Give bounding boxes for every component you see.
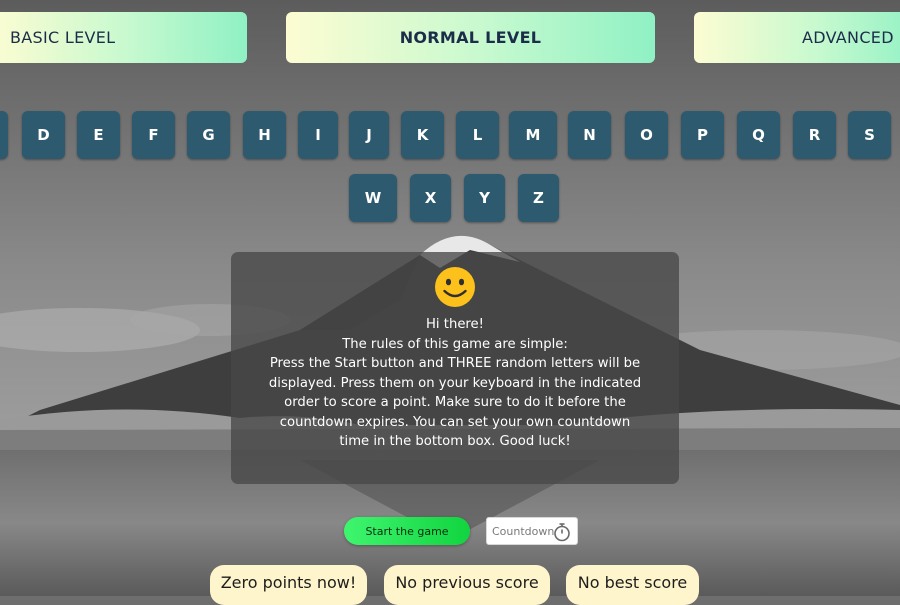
- letter-key-partial[interactable]: [0, 111, 8, 159]
- letter-key-g[interactable]: G: [187, 111, 230, 159]
- letter-key-n[interactable]: N: [568, 111, 611, 159]
- rules-intro: The rules of this game are simple:: [342, 336, 568, 352]
- letter-key-i[interactable]: I: [298, 111, 338, 159]
- rules-panel: Hi there! The rules of this game are sim…: [231, 252, 679, 484]
- letter-key-x[interactable]: X: [410, 174, 451, 222]
- letter-key-l[interactable]: L: [456, 111, 499, 159]
- letter-key-f[interactable]: F: [132, 111, 175, 159]
- best-score-badge: No best score: [566, 565, 699, 605]
- previous-score-badge: No previous score: [384, 565, 550, 605]
- letter-key-j[interactable]: J: [349, 111, 389, 159]
- letter-key-p[interactable]: P: [681, 111, 724, 159]
- letter-key-r[interactable]: R: [793, 111, 836, 159]
- letter-key-s[interactable]: S: [848, 111, 891, 159]
- letter-key-k[interactable]: K: [401, 111, 444, 159]
- stopwatch-icon: [554, 523, 570, 542]
- letter-key-q[interactable]: Q: [737, 111, 780, 159]
- smiley-face-icon: [435, 267, 475, 307]
- rules-text: Hi there! The rules of this game are sim…: [265, 315, 645, 452]
- countdown-placeholder: Countdown: [492, 524, 555, 538]
- letter-key-w[interactable]: W: [349, 174, 397, 222]
- rules-body: Press the Start button and THREE random …: [268, 356, 642, 449]
- countdown-input[interactable]: Countdown: [486, 517, 578, 545]
- letter-key-h[interactable]: H: [243, 111, 286, 159]
- current-score-badge: Zero points now!: [210, 565, 367, 605]
- rules-greeting: Hi there!: [426, 317, 484, 332]
- letter-key-e[interactable]: E: [77, 111, 120, 159]
- letter-key-m[interactable]: M: [509, 111, 557, 159]
- advanced-level-tab[interactable]: ADVANCED: [694, 12, 900, 63]
- letter-key-z[interactable]: Z: [518, 174, 559, 222]
- letter-key-y[interactable]: Y: [464, 174, 505, 222]
- letter-key-d[interactable]: D: [22, 111, 65, 159]
- normal-level-tab[interactable]: NORMAL LEVEL: [286, 12, 655, 63]
- start-game-button[interactable]: Start the game: [344, 517, 470, 545]
- letter-key-o[interactable]: O: [625, 111, 668, 159]
- basic-level-tab[interactable]: BASIC LEVEL: [0, 12, 247, 63]
